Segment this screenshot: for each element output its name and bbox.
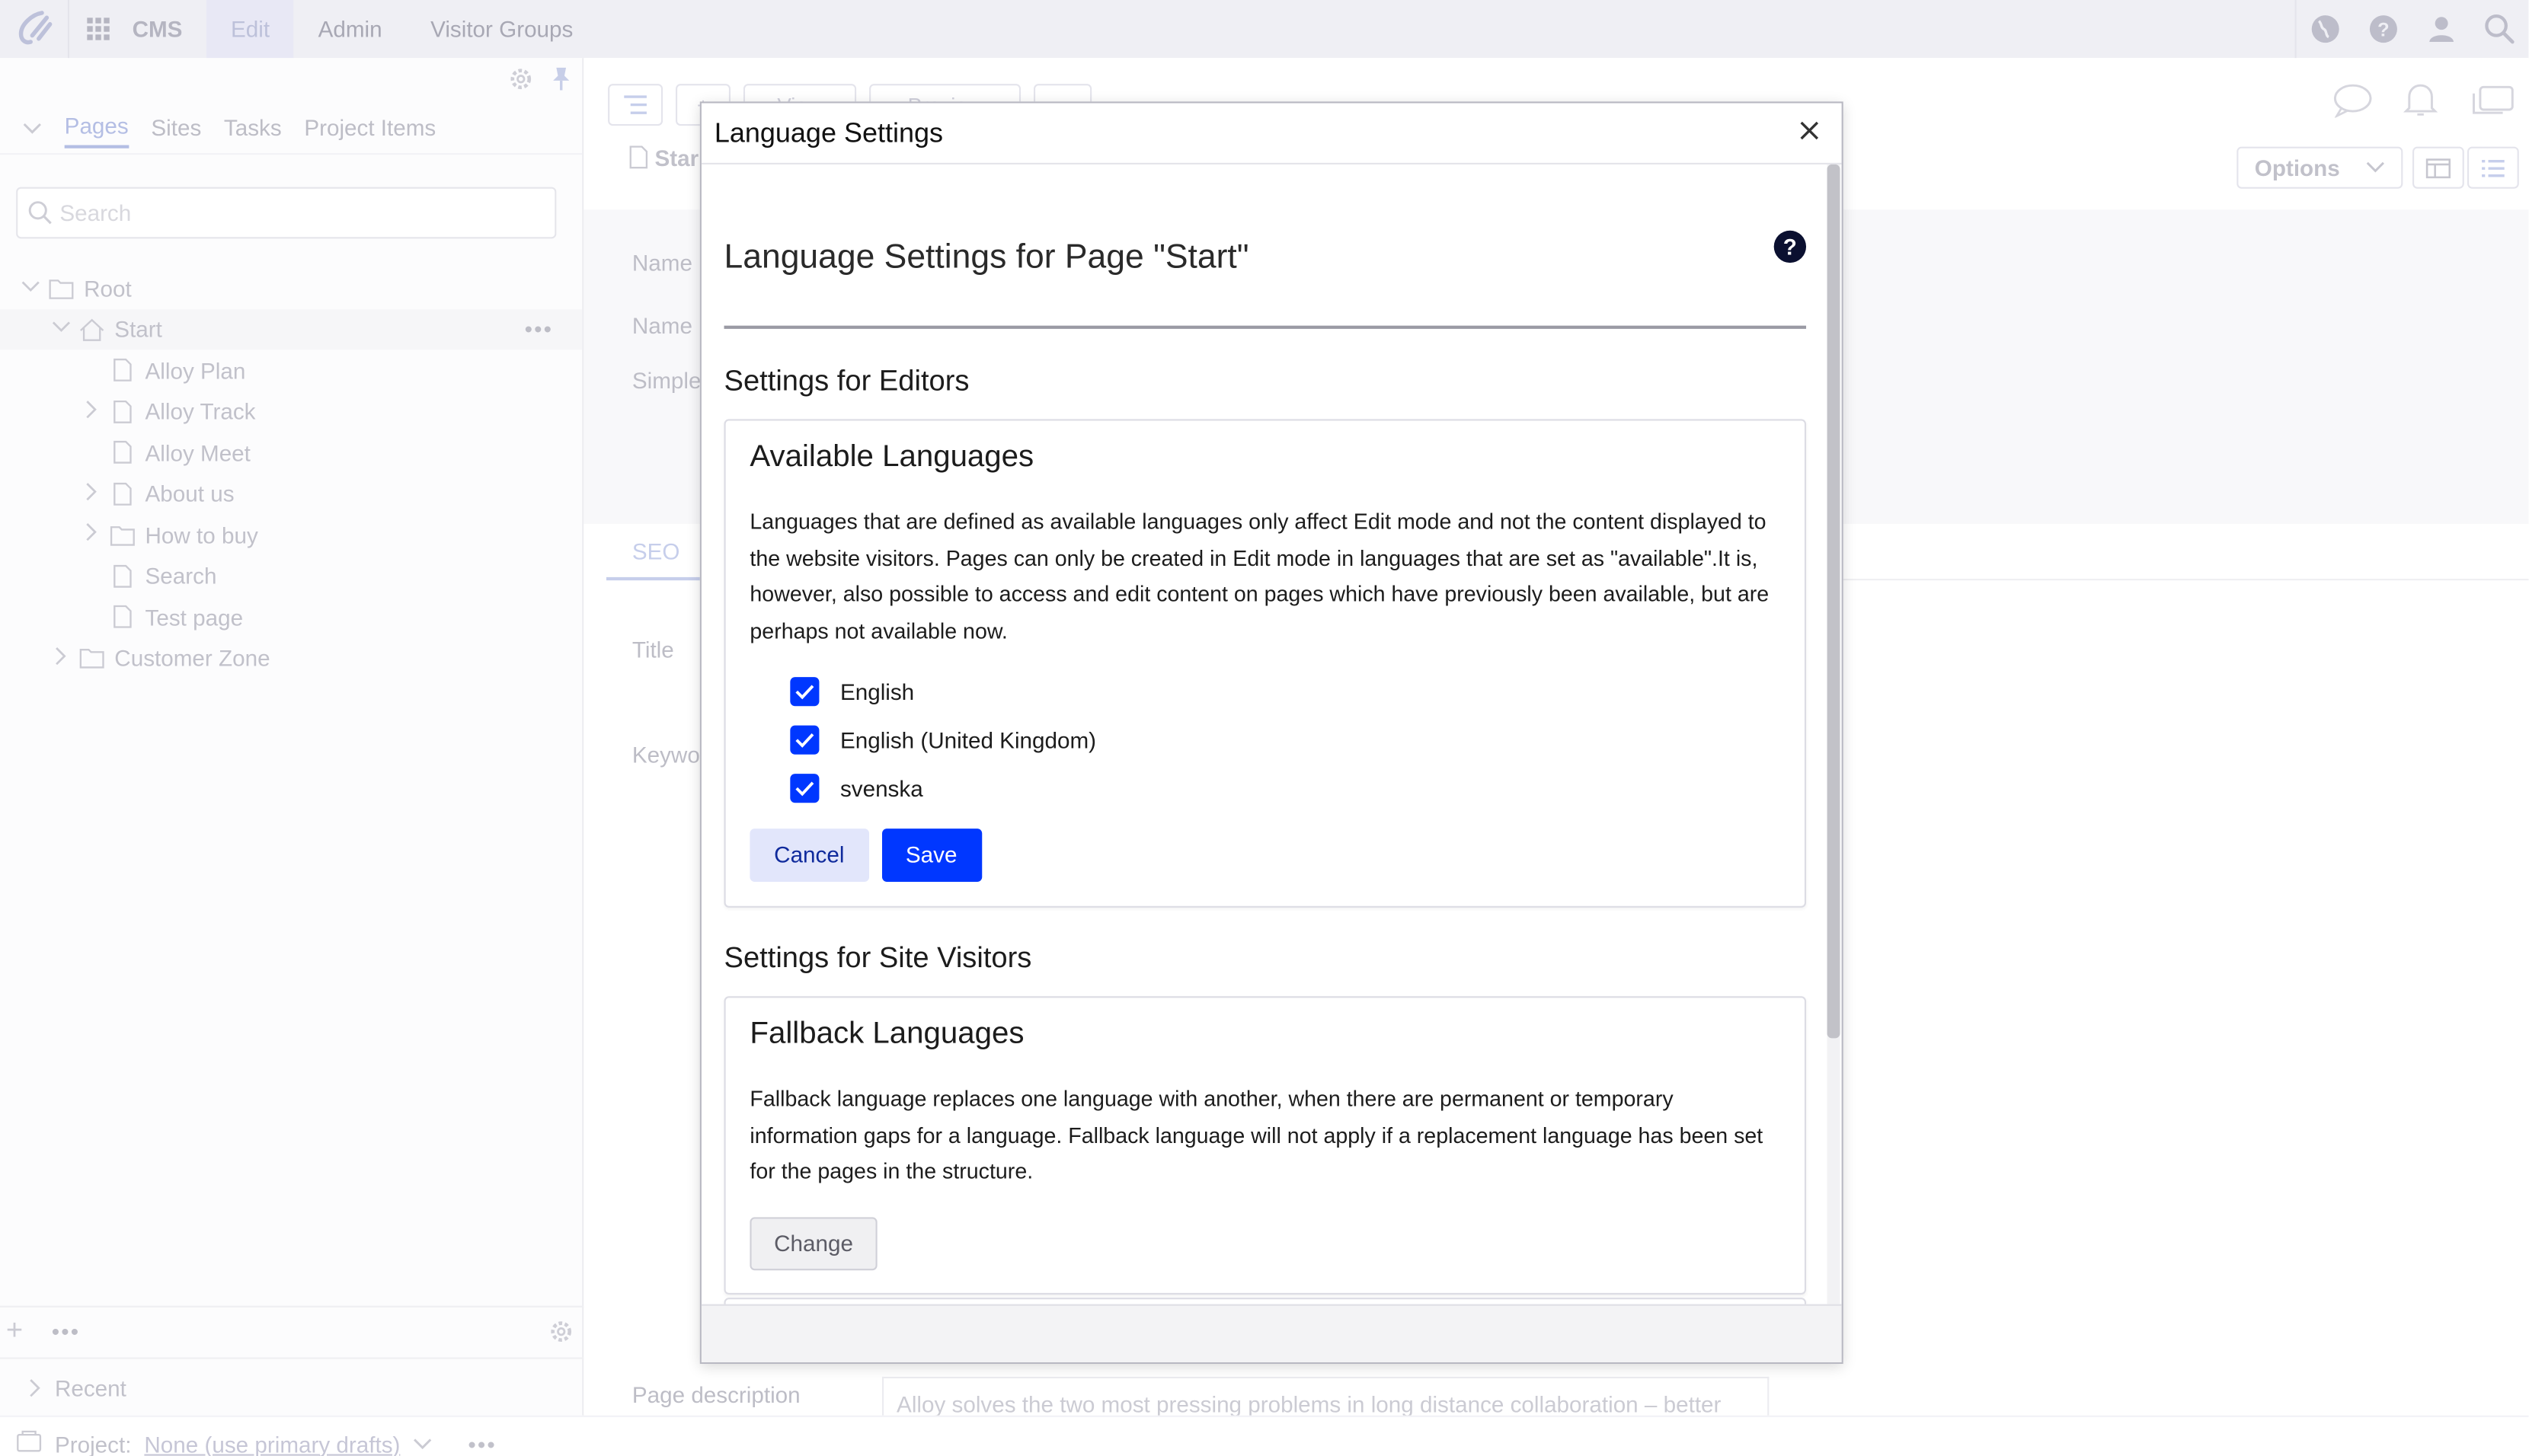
available-languages-title: Available Languages [750,439,1034,474]
available-languages-description: Languages that are defined as available … [750,509,1770,643]
dialog-footer [701,1304,1842,1362]
help-icon[interactable]: ? [1773,230,1807,263]
language-option[interactable]: English (United Kingdom) [790,716,1780,765]
language-label: svenska [839,774,923,801]
fallback-languages-title: Fallback Languages [750,1017,1025,1051]
language-settings-dialog: Language Settings Language Settings for … [699,101,1843,1364]
fallback-languages-panel: Fallback Languages Fallback language rep… [724,995,1807,1295]
dialog-title: Language Settings [714,117,944,148]
language-option[interactable]: svenska [790,764,1780,813]
save-button[interactable]: Save [881,828,982,882]
dialog-body: Language Settings for Page "Start" ? Set… [702,164,1842,1306]
app-root: CMS Edit Admin Visitor Groups ? Pages Si… [0,0,2529,1456]
dialog-content: Language Settings for Page "Start" ? Set… [724,164,1807,1306]
fallback-languages-description: Fallback language replaces one language … [750,1086,1763,1184]
dialog-heading-row: Language Settings for Page "Start" ? [724,164,1807,329]
dialog-header: Language Settings [701,103,1842,164]
checkbox-checked[interactable] [790,725,820,755]
close-icon[interactable] [1793,116,1825,149]
language-checklist: English English (United Kingdom) svenska [750,667,1780,813]
checkbox-checked[interactable] [790,676,820,706]
available-languages-actions: Cancel Save [750,828,1780,882]
available-languages-panel: Available Languages Languages that are d… [724,419,1807,908]
language-option[interactable]: English [790,667,1780,716]
language-label: English (United Kingdom) [839,726,1097,753]
language-label: English [839,678,915,704]
dialog-scroll-thumb[interactable] [1827,164,1840,1039]
settings-for-editors-heading: Settings for Editors [724,364,970,397]
settings-for-site-visitors-heading: Settings for Site Visitors [724,940,1032,974]
checkbox-checked[interactable] [790,773,820,803]
dialog-scrollbar[interactable] [1827,164,1840,1306]
cancel-button[interactable]: Cancel [750,828,869,882]
page-language-heading: Language Settings for Page "Start" [724,238,1249,276]
change-fallback-button[interactable]: Change [750,1217,878,1271]
